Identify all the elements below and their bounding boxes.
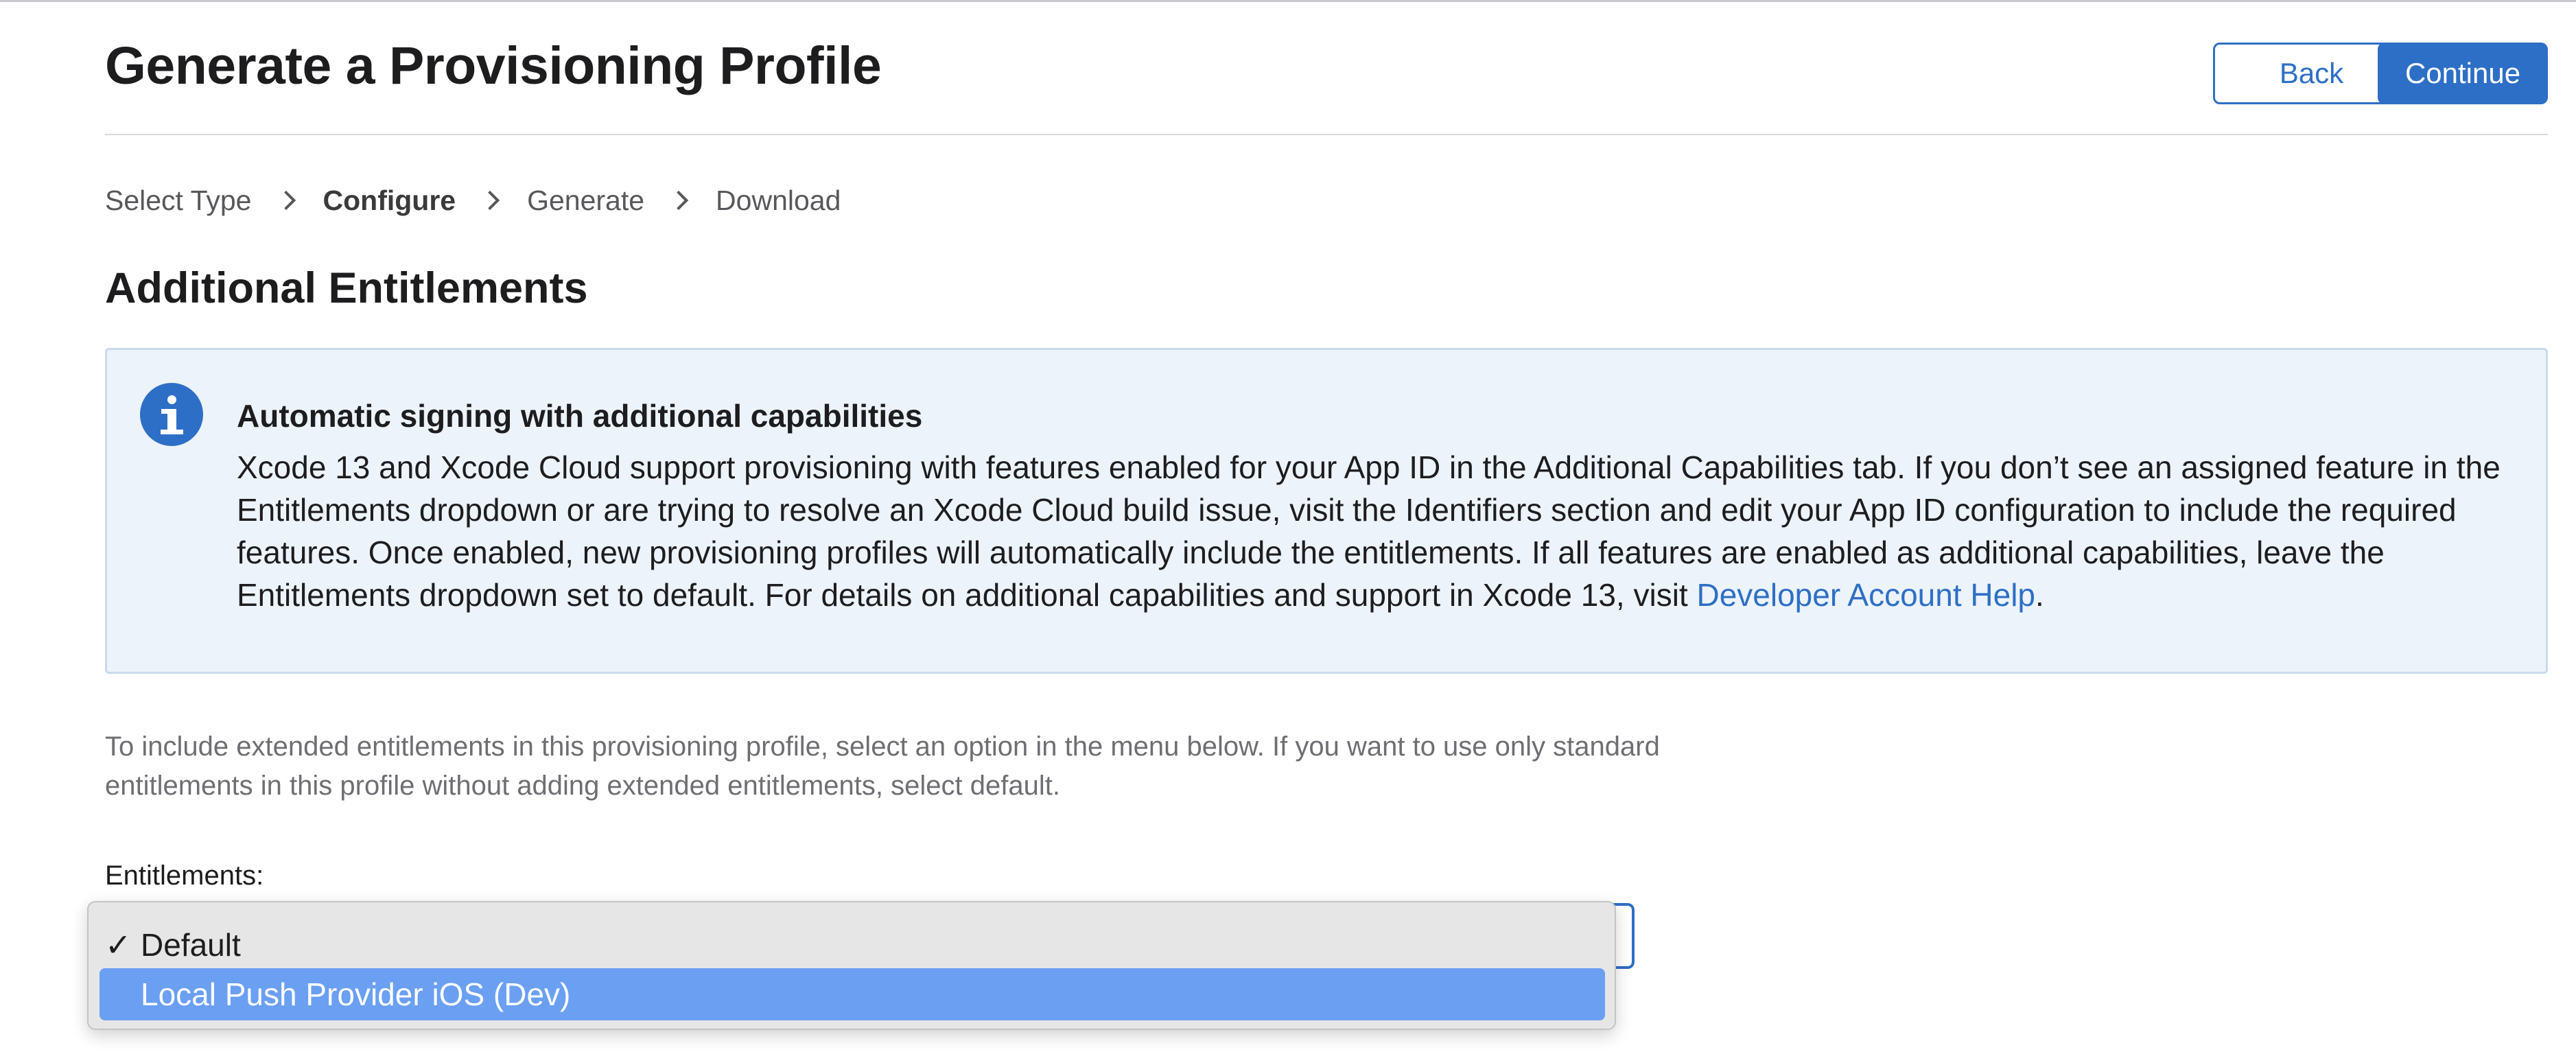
dropdown-option-local-push-provider[interactable]: Local Push Provider iOS (Dev) bbox=[99, 968, 1605, 1020]
entitlements-dropdown-menu: ✓ Default Local Push Provider iOS (Dev) bbox=[87, 901, 1616, 1030]
section-title: Additional Entitlements bbox=[105, 264, 588, 312]
option-label: Default bbox=[141, 927, 241, 963]
info-body-end: . bbox=[2035, 577, 2044, 613]
info-icon bbox=[140, 383, 203, 446]
step-download: Download bbox=[716, 184, 841, 216]
info-heading: Automatic signing with additional capabi… bbox=[237, 398, 923, 434]
info-body-text: Xcode 13 and Xcode Cloud support provisi… bbox=[237, 449, 2501, 613]
checkmark-icon: ✓ bbox=[105, 927, 132, 963]
dropdown-option-default[interactable]: ✓ Default bbox=[99, 919, 1605, 971]
window-top-border bbox=[0, 0, 2576, 2]
chevron-right-icon bbox=[480, 190, 500, 211]
step-breadcrumb: Select Type Configure Generate Download bbox=[105, 180, 841, 221]
option-label: Local Push Provider iOS (Dev) bbox=[141, 976, 571, 1012]
step-configure: Configure bbox=[323, 184, 456, 216]
entitlements-description: To include extended entitlements in this… bbox=[105, 731, 1660, 801]
page-title: Generate a Provisioning Profile bbox=[105, 36, 882, 95]
info-callout: Automatic signing with additional capabi… bbox=[105, 348, 2548, 674]
step-generate: Generate bbox=[527, 184, 645, 216]
header-divider bbox=[105, 134, 2548, 135]
step-select-type: Select Type bbox=[105, 184, 252, 216]
chevron-right-icon bbox=[276, 190, 296, 211]
info-body: Xcode 13 and Xcode Cloud support provisi… bbox=[237, 446, 2529, 616]
entitlements-label: Entitlements: bbox=[105, 860, 264, 891]
developer-account-help-link[interactable]: Developer Account Help bbox=[1696, 577, 2035, 613]
chevron-right-icon bbox=[668, 190, 689, 211]
continue-button[interactable]: Continue bbox=[2378, 43, 2548, 104]
